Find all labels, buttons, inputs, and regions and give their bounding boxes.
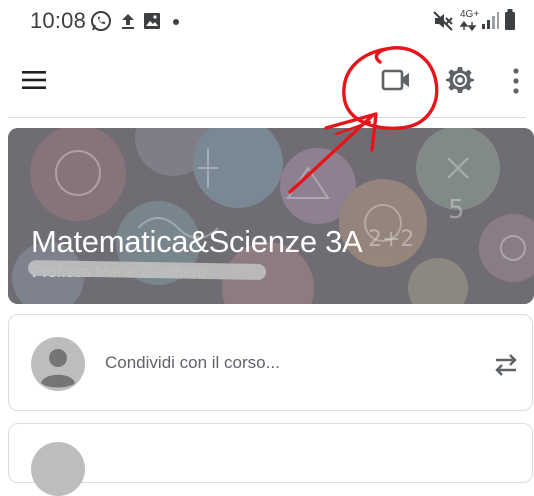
class-title: Matematica&Scienze 3A [31,224,363,259]
gear-icon[interactable] [446,66,474,94]
app-bar [0,50,534,112]
data-arrows-icon [460,21,477,31]
status-time: 10:08 [30,8,87,33]
network-type-label: 4G+ [460,9,480,20]
app-bar-divider [8,117,526,118]
mute-icon [433,11,453,31]
video-camera-icon[interactable] [381,68,411,92]
class-banner[interactable]: 2+2 5 Matematica&Scienze 3A Prof.ssa Mar… [8,128,534,304]
battery-icon [505,9,515,30]
share-with-class-card[interactable]: Condividi con il corso... [8,314,533,411]
stream-post-card[interactable] [8,423,533,496]
more-vert-icon[interactable] [512,68,520,94]
signal-icon [482,12,499,29]
banner-decor-text: 2+2 [368,227,414,252]
image-icon [144,13,160,29]
status-bar: 10:08 4G+ [0,0,534,42]
repost-icon[interactable] [494,350,518,378]
banner-decor-digit: 5 [448,195,465,225]
notification-dot-icon [173,19,179,25]
hamburger-menu-icon[interactable] [22,70,46,90]
post-avatar [31,442,85,496]
share-placeholder: Condividi con il corso... [105,353,280,372]
avatar [31,337,85,391]
whatsapp-icon [91,11,111,31]
upload-icon [122,14,134,29]
